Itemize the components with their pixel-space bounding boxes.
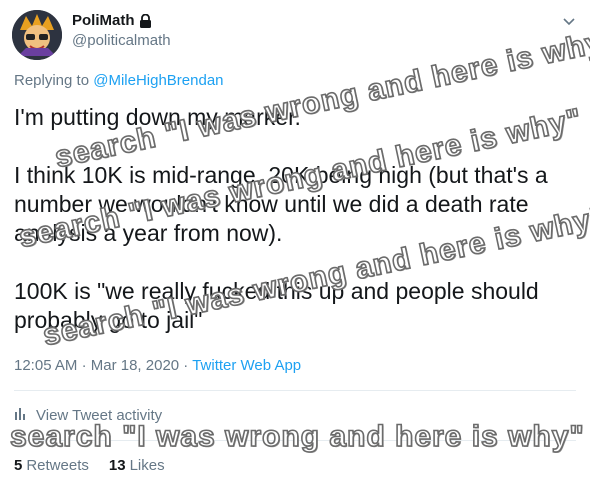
divider [14, 440, 576, 441]
likes-stat[interactable]: 13 Likes [109, 457, 165, 474]
tweet-paragraph: I think 10K is mid-range, 20K being high… [14, 162, 548, 246]
likes-label: Likes [129, 457, 165, 474]
avatar[interactable] [12, 10, 62, 60]
tweet-meta: 12:05 AM · Mar 18, 2020 · Twitter Web Ap… [14, 357, 301, 374]
author-handle[interactable]: @politicalmath [72, 32, 171, 49]
tweet-header: PoliMath @politicalmath [12, 10, 580, 62]
likes-count: 13 [108, 457, 126, 474]
retweets-stat[interactable]: 5 Retweets [14, 457, 89, 474]
meta-separator: · [183, 357, 189, 374]
tweet-text: I'm putting down my marker. I think 10K … [14, 103, 574, 364]
watermark-text: search "I was wrong and here is why" [9, 419, 585, 454]
reply-mention-link[interactable]: @MileHighBrendan [93, 72, 223, 89]
bar-chart-icon [14, 406, 28, 424]
retweets-count: 5 [14, 457, 23, 474]
tweet-date[interactable]: Mar 18, 2020 [91, 357, 179, 374]
replying-to: Replying to @MileHighBrendan [14, 72, 224, 89]
tweet-paragraph: 100K is "we really fucked this up and pe… [14, 278, 539, 333]
tweet-paragraph: I'm putting down my marker. [14, 104, 301, 130]
view-tweet-activity-link[interactable]: View Tweet activity [14, 406, 162, 424]
display-name[interactable]: PoliMath [72, 12, 135, 29]
replying-to-label: Replying to [14, 72, 90, 89]
chevron-down-icon[interactable] [562, 14, 576, 26]
display-name-row[interactable]: PoliMath [72, 12, 152, 29]
tweet-source-link[interactable]: Twitter Web App [192, 357, 301, 374]
tweet-stats: 5 Retweets 13 Likes [14, 457, 165, 474]
meta-separator: · [81, 357, 87, 374]
activity-label[interactable]: View Tweet activity [36, 407, 162, 424]
divider [14, 390, 576, 391]
retweets-label: Retweets [26, 457, 89, 474]
author-block: PoliMath @politicalmath [72, 12, 171, 49]
tweet-time[interactable]: 12:05 AM [14, 357, 77, 374]
lock-icon [139, 13, 152, 28]
